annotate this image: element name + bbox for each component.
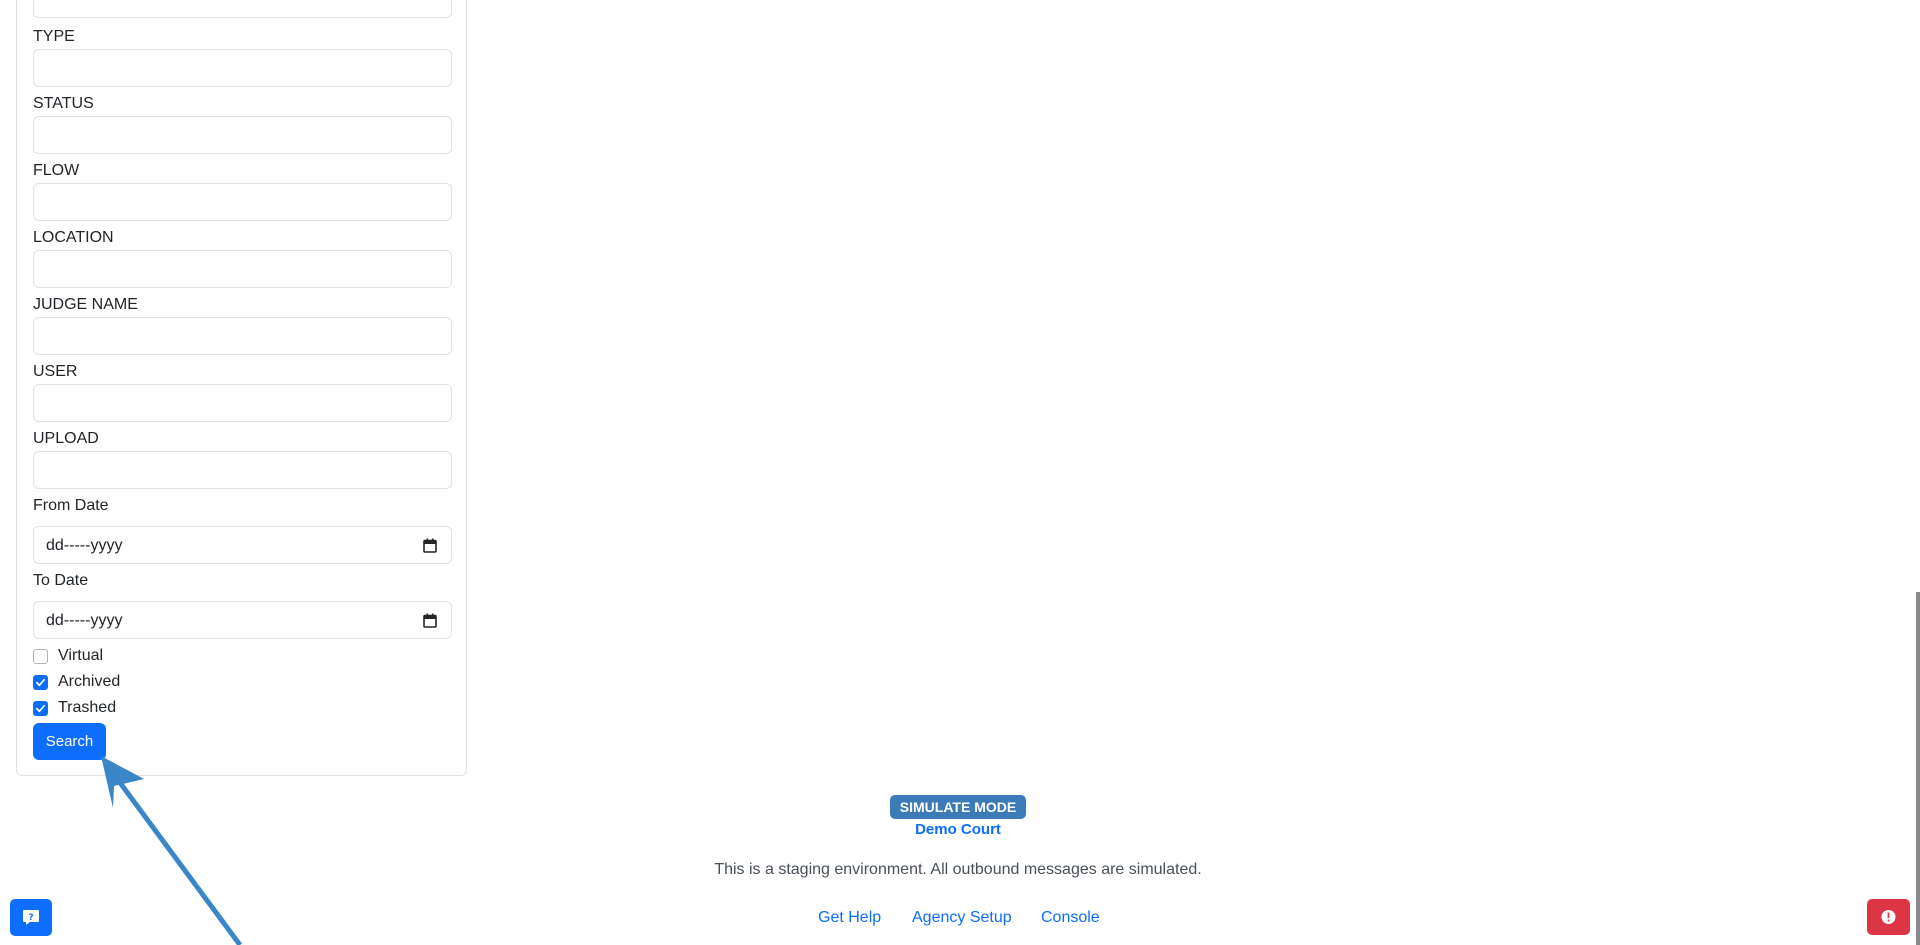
archived-label: Archived [58,673,121,690]
judge-name-label: JUDGE NAME [33,296,138,313]
status-label: STATUS [33,95,94,112]
agency-setup-link[interactable]: Agency Setup [912,908,1012,928]
user-label: USER [33,363,78,380]
checkmark-icon [36,704,45,712]
calendar-icon[interactable] [423,538,437,553]
from-date-input[interactable]: dd-----yyyy [33,526,452,564]
virtual-label: Virtual [58,647,104,664]
flow-label: FLOW [33,162,80,179]
help-chat-icon: ? [23,910,39,925]
trashed-checkbox-row[interactable]: Trashed [33,698,116,718]
user-input[interactable] [33,384,452,422]
virtual-checkbox-row[interactable]: Virtual [33,646,103,666]
search-button[interactable]: Search [33,723,106,760]
get-help-link[interactable]: Get Help [818,908,881,928]
alert-circle-icon [1881,910,1896,924]
virtual-checkbox[interactable] [33,648,48,664]
flow-input[interactable] [33,183,452,221]
scrollbar-thumb[interactable] [1916,592,1920,945]
location-input[interactable] [33,250,452,288]
svg-text:?: ? [28,913,33,923]
to-date-label: To Date [33,572,89,589]
checkmark-icon [36,678,45,686]
location-label: LOCATION [33,229,114,246]
type-input[interactable] [33,49,452,87]
upload-input[interactable] [33,451,452,489]
staging-note: This is a staging environment. All outbo… [714,861,1202,878]
trashed-checkbox[interactable] [33,700,48,716]
archived-checkbox-row[interactable]: Archived [33,672,120,692]
simulate-mode-badge: SIMULATE MODE [890,795,1026,819]
from-date-value: dd-----yyyy [46,537,123,554]
status-input[interactable] [33,116,452,154]
calendar-icon[interactable] [423,613,437,628]
judge-name-input[interactable] [33,317,452,355]
court-name-link[interactable]: Demo Court [858,820,1058,840]
archived-checkbox[interactable] [33,674,48,690]
type-label: TYPE [33,28,75,45]
console-link[interactable]: Console [1041,908,1100,928]
trashed-label: Trashed [58,699,117,716]
alert-button[interactable] [1867,899,1910,935]
upload-label: UPLOAD [33,430,99,447]
to-date-input[interactable]: dd-----yyyy [33,601,452,639]
from-date-label: From Date [33,497,109,514]
to-date-value: dd-----yyyy [46,612,123,629]
previous-filter-input[interactable] [33,0,452,18]
help-chat-button[interactable]: ? [10,899,52,936]
